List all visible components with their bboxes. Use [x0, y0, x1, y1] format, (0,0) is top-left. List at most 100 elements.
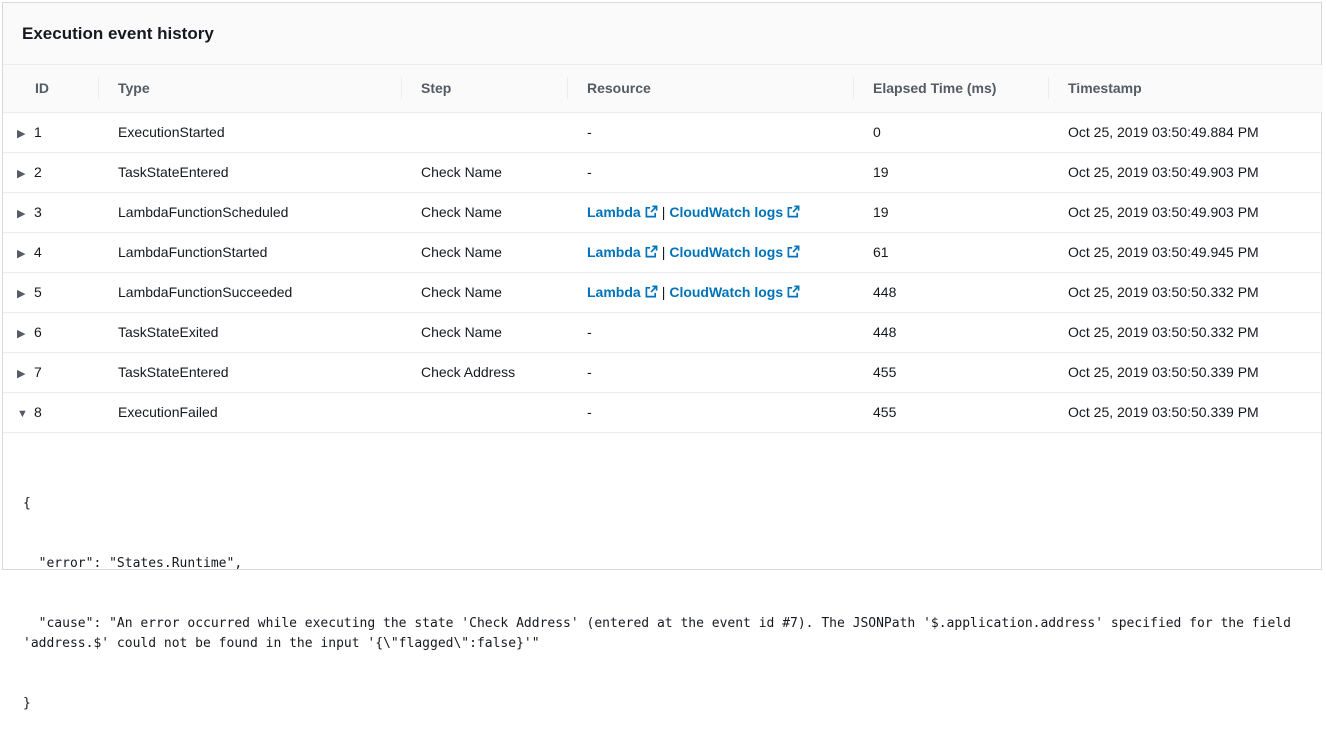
- cell-id: ▼ 8: [3, 392, 98, 432]
- column-header-step[interactable]: Step: [401, 65, 567, 112]
- table-row[interactable]: ▶ 7 TaskStateEntered Check Address - 455 Oct 2…: [3, 352, 1323, 392]
- cloudwatch-logs-link[interactable]: CloudWatch logs: [669, 204, 783, 220]
- cell-resource: -: [567, 392, 853, 432]
- column-header-id[interactable]: ID: [3, 65, 98, 112]
- cell-timestamp: Oct 25, 2019 03:50:50.332 PM: [1068, 324, 1259, 340]
- cell-type: TaskStateEntered: [118, 364, 229, 380]
- cell-type: LambdaFunctionScheduled: [118, 204, 289, 220]
- cell-resource: -: [567, 112, 853, 152]
- lambda-link[interactable]: Lambda: [587, 244, 641, 260]
- external-link-icon: [787, 205, 800, 218]
- table-row[interactable]: ▶ 5 LambdaFunctionSucceeded Check Name Lambd…: [3, 272, 1323, 312]
- column-header-elapsed-time[interactable]: Elapsed Time (ms): [853, 65, 1048, 112]
- cell-resource: -: [567, 312, 853, 352]
- table-row[interactable]: ▶ 3 LambdaFunctionScheduled Check Name Lambd…: [3, 192, 1323, 232]
- cell-timestamp: Oct 25, 2019 03:50:49.903 PM: [1068, 204, 1259, 220]
- cloudwatch-logs-link[interactable]: CloudWatch logs: [669, 244, 783, 260]
- column-separator: [401, 77, 402, 99]
- cell-id: ▶ 3: [3, 192, 98, 232]
- caret-right-icon[interactable]: ▶: [17, 327, 31, 340]
- event-rows: ▶ 1 ExecutionStarted -0 Oct 25, 2019 03:50:4…: [3, 112, 1323, 432]
- resource-cell-text: -: [587, 324, 592, 340]
- cell-id: ▶ 6: [3, 312, 98, 352]
- cell-elapsed-time: 0: [873, 124, 881, 140]
- details-line: }: [23, 696, 31, 711]
- event-id: 4: [34, 244, 42, 260]
- lambda-link[interactable]: Lambda: [587, 204, 641, 220]
- cell-step: [401, 392, 567, 432]
- cloudwatch-logs-link[interactable]: CloudWatch logs: [669, 284, 783, 300]
- caret-right-icon[interactable]: ▶: [17, 367, 31, 380]
- column-separator: [1048, 77, 1049, 99]
- cell-timestamp: Oct 25, 2019 03:50:50.332 PM: [1068, 284, 1259, 300]
- panel-title: Execution event history: [22, 23, 214, 43]
- panel-header: Execution event history: [3, 3, 1321, 65]
- cell-step: Check Name: [421, 204, 502, 220]
- cell-type: TaskStateExited: [118, 324, 219, 340]
- cell-type: LambdaFunctionStarted: [118, 244, 268, 260]
- column-header-step-label: Step: [421, 80, 452, 97]
- table-row[interactable]: ▶ 6 TaskStateExited Check Name - 448 Oct 25, 2…: [3, 312, 1323, 352]
- resource-cell-text: -: [587, 404, 592, 421]
- cell-type: TaskStateEntered: [118, 164, 229, 180]
- column-header-resource[interactable]: Resource: [567, 65, 853, 112]
- cell-id: ▶ 1: [3, 112, 98, 152]
- table-header-row: ID Type Step Resource Elapsed Time (ms) …: [3, 65, 1323, 112]
- caret-right-icon[interactable]: ▶: [17, 207, 31, 220]
- caret-right-icon[interactable]: ▶: [17, 247, 31, 260]
- event-id: 3: [34, 204, 42, 220]
- cell-step: Check Name: [421, 324, 502, 340]
- cell-step: Check Name: [421, 244, 502, 260]
- external-link-icon: [787, 245, 800, 258]
- external-link-icon: [787, 285, 800, 298]
- cell-resource: Lambda | CloudWatch logs: [567, 192, 853, 232]
- table-row[interactable]: ▶ 4 LambdaFunctionStarted Check Name Lambda |…: [3, 232, 1323, 272]
- cell-resource: Lambda | CloudWatch logs: [567, 272, 853, 312]
- cell-elapsed-time: 19: [873, 204, 889, 220]
- column-header-resource-label: Resource: [587, 80, 651, 97]
- cell-timestamp: Oct 25, 2019 03:50:50.339 PM: [1068, 364, 1259, 380]
- cell-elapsed-time: 448: [873, 284, 897, 300]
- details-line: "error": "States.Runtime",: [23, 556, 243, 571]
- link-separator: |: [661, 244, 666, 260]
- event-id: 7: [34, 364, 42, 380]
- cell-elapsed-time: 19: [873, 164, 889, 180]
- event-id: 2: [34, 164, 42, 180]
- cell-id: ▶ 4: [3, 232, 98, 272]
- table-row[interactable]: ▶ 1 ExecutionStarted - 0 Oct 25, 2019 03:50:4…: [3, 112, 1323, 152]
- cell-elapsed-time: 455: [873, 364, 897, 380]
- cell-timestamp: Oct 25, 2019 03:50:49.945 PM: [1068, 244, 1259, 260]
- caret-down-icon[interactable]: ▼: [17, 408, 31, 420]
- caret-right-icon[interactable]: ▶: [17, 127, 31, 140]
- cell-id: ▶ 2: [3, 152, 98, 192]
- cell-timestamp: Oct 25, 2019 03:50:50.339 PM: [1068, 404, 1259, 421]
- column-separator: [853, 77, 854, 99]
- column-separator: [567, 77, 568, 99]
- column-header-timestamp[interactable]: Timestamp: [1048, 65, 1323, 112]
- cell-timestamp: Oct 25, 2019 03:50:49.884 PM: [1068, 124, 1259, 140]
- cell-elapsed-time: 61: [873, 244, 889, 260]
- lambda-link[interactable]: Lambda: [587, 284, 641, 300]
- cell-type: ExecutionFailed: [118, 404, 218, 421]
- link-separator: |: [661, 204, 666, 220]
- cell-timestamp: Oct 25, 2019 03:50:49.903 PM: [1068, 164, 1259, 180]
- cell-id: ▶ 7: [3, 352, 98, 392]
- table-row[interactable]: ▶ 2 TaskStateEntered Check Name - 19 Oct 25, 2…: [3, 152, 1323, 192]
- caret-right-icon[interactable]: ▶: [17, 167, 31, 180]
- resource-cell-text: -: [587, 364, 592, 380]
- resource-cell-text: -: [587, 164, 592, 180]
- cell-step: Check Address: [421, 364, 516, 380]
- event-id: 5: [34, 284, 42, 300]
- event-id: 1: [34, 124, 42, 140]
- table-row[interactable]: ▼ 8 ExecutionFailed - 455 Oct 25, 2019 03:50:…: [3, 392, 1323, 432]
- column-separator: [98, 77, 99, 99]
- external-link-icon: [645, 205, 658, 218]
- cell-step: Check Name: [421, 164, 502, 180]
- column-header-type[interactable]: Type: [98, 65, 401, 112]
- event-history-table: ID Type Step Resource Elapsed Time (ms) …: [3, 65, 1323, 432]
- column-header-timestamp-label: Timestamp: [1068, 80, 1142, 97]
- event-id: 8: [34, 404, 42, 421]
- cell-type: ExecutionStarted: [118, 124, 225, 140]
- caret-right-icon[interactable]: ▶: [17, 287, 31, 300]
- cell-step: Check Name: [421, 284, 502, 300]
